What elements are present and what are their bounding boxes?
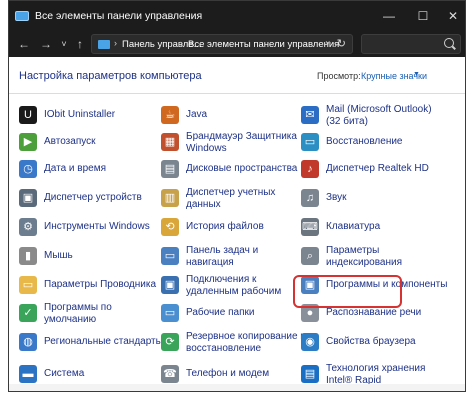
explorer-options-icon: ▭ — [19, 276, 37, 294]
control-panel-item-label[interactable]: Звук — [326, 192, 448, 204]
control-panel-item-label[interactable]: Технология хранения Intel® Rapid — [326, 363, 448, 386]
backup-icon: ⟳ — [161, 333, 179, 351]
address-dropdown-icon[interactable]: ˅ — [325, 39, 330, 48]
search-icon — [444, 38, 454, 48]
address-bar[interactable]: › Панель управле... › Все элементы панел… — [91, 34, 353, 54]
credential-manager-icon: ▥ — [161, 189, 179, 207]
work-folders-icon: ▭ — [161, 304, 179, 322]
indexing-icon: ⌕ — [301, 247, 319, 265]
default-programs-icon: ✓ — [19, 304, 37, 322]
control-panel-item-label[interactable]: Автозапуск — [44, 136, 166, 148]
chevron-down-icon[interactable]: ▼ — [413, 71, 420, 78]
highlight-box — [293, 275, 402, 308]
up-button[interactable]: ↑ — [71, 35, 89, 53]
file-history-icon: ⟲ — [161, 218, 179, 236]
breadcrumb-separator-icon[interactable]: › — [180, 38, 183, 48]
recovery-icon: ▭ — [301, 133, 319, 151]
control-panel-window: Все элементы панели управления — ☐ ✕ ← →… — [8, 0, 466, 392]
control-panel-item-label[interactable]: Региональные стандарты — [44, 336, 166, 348]
view-by-label: Просмотр: — [317, 71, 361, 81]
control-panel-item-label[interactable]: Mail (Microsoft Outlook) (32 бита) — [326, 104, 448, 127]
status-strip — [9, 384, 465, 391]
intel-rst-icon: ▤ — [301, 365, 319, 383]
back-button[interactable]: ← — [15, 35, 33, 53]
window-title: Все элементы панели управления — [35, 10, 203, 22]
control-panel-item-label[interactable]: Клавиатура — [326, 221, 448, 233]
mail-icon: ✉ — [301, 106, 319, 124]
remote-desktop-icon: ▣ — [161, 276, 179, 294]
control-panel-item-label[interactable]: Программы по умолчанию — [44, 302, 166, 325]
control-panel-item-label[interactable]: Телефон и модем — [186, 368, 308, 380]
control-panel-icon — [98, 40, 110, 49]
control-panel-item-label[interactable]: Диспетчер устройств — [44, 192, 166, 204]
title-bar: Все элементы панели управления — ☐ ✕ — [9, 1, 465, 31]
control-panel-item-label[interactable]: Диспетчер учетных данных — [186, 187, 308, 210]
iobit-uninstaller-icon: U — [19, 106, 37, 124]
control-panel-item-label[interactable]: Дата и время — [44, 163, 166, 175]
divider — [9, 93, 465, 94]
maximize-button[interactable]: ☐ — [413, 7, 433, 25]
control-panel-item-label[interactable]: Подключения к удаленным рабочим — [186, 274, 308, 297]
keyboard-icon: ⌨ — [301, 218, 319, 236]
content-area: Настройка параметров компьютера Просмотр… — [9, 57, 465, 391]
forward-button[interactable]: → — [37, 35, 55, 53]
mouse-icon: ▮ — [19, 247, 37, 265]
control-panel-item-label[interactable]: IObit Uninstaller — [44, 109, 166, 121]
sound-icon: ♫ — [301, 189, 319, 207]
control-panel-item-label[interactable]: Распознавание речи — [326, 307, 448, 319]
close-button[interactable]: ✕ — [443, 7, 463, 25]
phone-modem-icon: ☎ — [161, 365, 179, 383]
control-panel-item-label[interactable]: Дисковые пространства — [186, 163, 308, 175]
control-panel-item-label[interactable]: Рабочие папки — [186, 307, 308, 319]
control-panel-icon — [15, 11, 29, 21]
device-manager-icon: ▣ — [19, 189, 37, 207]
control-panel-item-label[interactable]: Брандмауэр Защитника Windows — [186, 131, 308, 154]
control-panel-item-label[interactable]: Мышь — [44, 250, 166, 262]
navigation-bar: ← → ˅ ↑ › Панель управле... › Все элемен… — [9, 31, 465, 57]
control-panel-item-label[interactable]: Система — [44, 368, 166, 380]
refresh-button[interactable]: ↻ — [337, 37, 346, 50]
control-panel-item-label[interactable]: Панель задач и навигация — [186, 245, 308, 268]
date-time-icon: ◷ — [19, 160, 37, 178]
minimize-button[interactable]: — — [379, 7, 399, 25]
control-panel-item-label[interactable]: Резервное копирование и восстановление — [186, 331, 308, 354]
control-panel-item-label[interactable]: Восстановление — [326, 136, 448, 148]
firewall-icon: ▦ — [161, 133, 179, 151]
system-icon: ▬ — [19, 365, 37, 383]
control-panel-item-label[interactable]: Свойства браузера — [326, 336, 448, 348]
control-panel-item-label[interactable]: Диспетчер Realtek HD — [326, 163, 448, 175]
breadcrumb-separator-icon[interactable]: › — [114, 38, 117, 48]
windows-tools-icon: ⚙ — [19, 218, 37, 236]
control-panel-item-label[interactable]: Параметры Проводника — [44, 279, 166, 291]
internet-options-icon: ◉ — [301, 333, 319, 351]
breadcrumb-all-items[interactable]: Все элементы панели управления — [188, 39, 339, 50]
control-panel-item-label[interactable]: Java — [186, 109, 308, 121]
page-title: Настройка параметров компьютера — [19, 70, 202, 82]
region-icon: ◍ — [19, 333, 37, 351]
java-icon: ☕ — [161, 106, 179, 124]
realtek-icon: ♪ — [301, 160, 319, 178]
taskbar-icon: ▭ — [161, 247, 179, 265]
search-input[interactable] — [361, 34, 461, 54]
storage-spaces-icon: ▤ — [161, 160, 179, 178]
control-panel-item-label[interactable]: Параметры индексирования — [326, 245, 448, 268]
autoplay-icon: ▶ — [19, 133, 37, 151]
control-panel-item-label[interactable]: Инструменты Windows — [44, 221, 166, 233]
control-panel-item-label[interactable]: История файлов — [186, 221, 308, 233]
